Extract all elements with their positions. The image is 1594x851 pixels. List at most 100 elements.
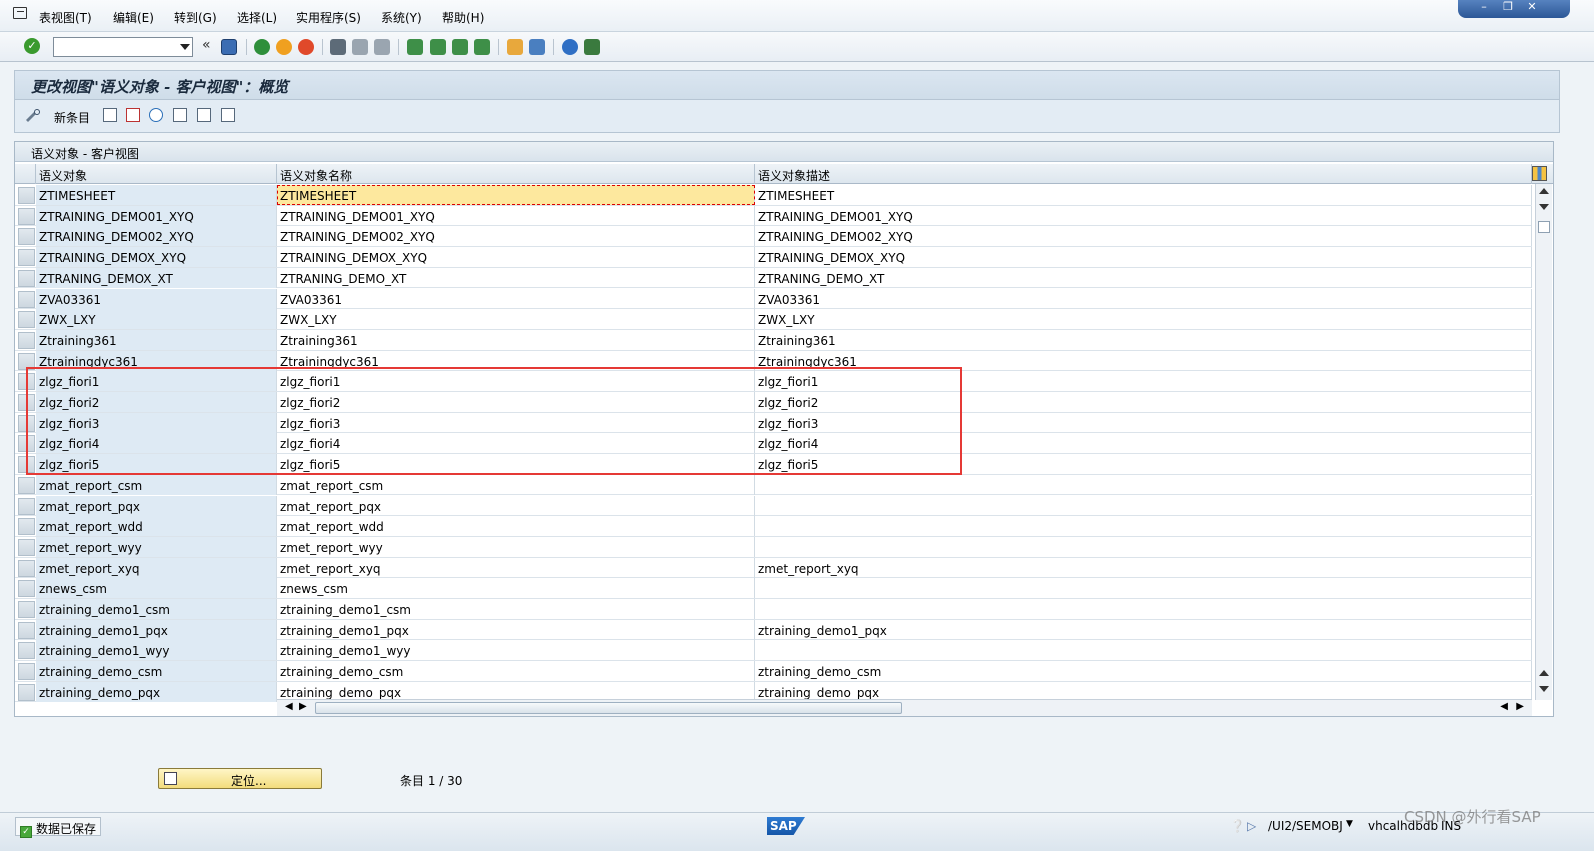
cell-semantic-object-name[interactable]: zlgz_fiori5 bbox=[277, 454, 755, 475]
row-selector[interactable] bbox=[18, 456, 35, 474]
back-icon[interactable] bbox=[254, 39, 270, 55]
save-icon[interactable] bbox=[221, 39, 237, 55]
scroll-left-end-icon[interactable]: ◀ bbox=[1500, 701, 1508, 712]
menu-goto[interactable]: 转到(G) bbox=[174, 9, 217, 26]
table-row[interactable]: zmet_report_wyy zmet_report_wyy bbox=[15, 536, 1532, 558]
row-selector[interactable] bbox=[18, 497, 35, 515]
menu-edit[interactable]: 编辑(E) bbox=[113, 9, 154, 26]
vertical-scrollbar[interactable] bbox=[1535, 184, 1552, 700]
table-row[interactable]: zlgz_fiori3 zlgz_fiori3 zlgz_fiori3 bbox=[15, 412, 1532, 434]
maximize-icon[interactable]: ❐ bbox=[1498, 0, 1518, 14]
table-row[interactable]: ztraining_demo1_csm ztraining_demo1_csm bbox=[15, 599, 1532, 620]
row-selector[interactable] bbox=[18, 187, 35, 204]
new-session-icon[interactable] bbox=[507, 39, 523, 55]
cell-semantic-object-description[interactable]: ztraining_demo1_pqx bbox=[755, 619, 1532, 640]
deselect-all-icon[interactable] bbox=[221, 108, 235, 122]
column-header-semantic-object-name[interactable]: 语义对象名称 bbox=[277, 164, 755, 184]
transaction-code[interactable]: /UI2/SEMOBJ bbox=[1268, 819, 1343, 833]
select-all-column-header[interactable] bbox=[15, 164, 36, 184]
menu-system[interactable]: 系统(Y) bbox=[381, 9, 422, 26]
cancel-icon[interactable] bbox=[298, 39, 314, 55]
table-settings-icon[interactable] bbox=[1532, 166, 1547, 181]
cell-semantic-object-name[interactable]: zlgz_fiori2 bbox=[277, 392, 755, 412]
last-page-icon[interactable] bbox=[474, 39, 490, 55]
row-selector[interactable] bbox=[18, 580, 35, 598]
row-selector[interactable] bbox=[18, 249, 35, 267]
row-selector[interactable] bbox=[18, 394, 35, 411]
cell-semantic-object-name[interactable]: ztraining_demo1_wyy bbox=[277, 640, 755, 661]
undo-icon[interactable] bbox=[149, 108, 163, 122]
cell-semantic-object-description[interactable]: ZTIMESHEET bbox=[755, 185, 1532, 205]
cell-semantic-object-name[interactable]: zmat_report_pqx bbox=[277, 495, 755, 516]
status-message[interactable]: ✓ 数据已保存 bbox=[15, 817, 101, 838]
table-row[interactable]: ZTRANING_DEMOX_XT ZTRANING_DEMO_XT ZTRANIN… bbox=[15, 267, 1532, 289]
menu-table-view[interactable]: 表视图(T) bbox=[39, 9, 92, 26]
horizontal-scrollbar[interactable]: ◀ ▶ ◀ ▶ bbox=[277, 699, 1532, 716]
table-row[interactable]: zmat_report_csm zmat_report_csm bbox=[15, 474, 1532, 496]
cell-semantic-object-name[interactable]: Ztraining361 bbox=[277, 329, 755, 350]
row-selector[interactable] bbox=[18, 559, 35, 577]
scroll-right-icon[interactable]: ▶ bbox=[299, 701, 307, 712]
next-page-icon[interactable] bbox=[452, 39, 468, 55]
cell-semantic-object-description[interactable]: zlgz_fiori1 bbox=[755, 371, 1532, 392]
enter-icon[interactable]: ✓ bbox=[24, 38, 40, 54]
scroll-right-end-icon[interactable]: ▶ bbox=[1516, 701, 1524, 712]
help-key-icon[interactable]: ❔ bbox=[1230, 819, 1245, 833]
cell-semantic-object-description[interactable]: ZWX_LXY bbox=[755, 309, 1532, 330]
cell-semantic-object-description[interactable]: zlgz_fiori4 bbox=[755, 433, 1532, 454]
table-row[interactable]: znews_csm znews_csm bbox=[15, 578, 1532, 599]
row-selector[interactable] bbox=[18, 435, 35, 453]
print-icon[interactable] bbox=[330, 39, 346, 55]
row-selector[interactable] bbox=[18, 228, 35, 246]
table-row[interactable]: zmat_report_wdd zmat_report_wdd bbox=[15, 516, 1532, 537]
row-selector[interactable] bbox=[18, 290, 35, 308]
status-dropdown-icon[interactable]: ▼ bbox=[1346, 819, 1353, 829]
table-row[interactable]: zlgz_fiori1 zlgz_fiori1 zlgz_fiori1 bbox=[15, 371, 1532, 392]
cell-semantic-object-description[interactable] bbox=[755, 516, 1532, 537]
exit-icon[interactable] bbox=[276, 39, 292, 55]
cell-semantic-object-description[interactable]: Ztraining361 bbox=[755, 329, 1532, 350]
row-selector[interactable] bbox=[18, 373, 35, 391]
cell-semantic-object-name[interactable]: Ztrainingdyc361 bbox=[277, 350, 755, 371]
row-selector[interactable] bbox=[18, 207, 35, 225]
find-next-icon[interactable] bbox=[374, 39, 390, 55]
cell-semantic-object-description[interactable]: ZTRAINING_DEMOX_XYQ bbox=[755, 247, 1532, 268]
layout-menu-icon[interactable] bbox=[584, 39, 600, 55]
menu-help[interactable]: 帮助(H) bbox=[442, 9, 484, 26]
cell-semantic-object-description[interactable] bbox=[755, 536, 1532, 557]
menu-selection[interactable]: 选择(L) bbox=[237, 9, 277, 26]
cell-semantic-object-description[interactable]: ZVA03361 bbox=[755, 288, 1532, 309]
row-selector[interactable] bbox=[18, 331, 35, 349]
cell-semantic-object-name[interactable]: zlgz_fiori3 bbox=[277, 412, 755, 433]
row-selector[interactable] bbox=[18, 601, 35, 618]
cell-semantic-object-description[interactable] bbox=[755, 578, 1532, 599]
cell-semantic-object-description[interactable] bbox=[755, 640, 1532, 661]
cell-semantic-object-name[interactable]: znews_csm bbox=[277, 578, 755, 599]
cell-semantic-object-description[interactable]: zlgz_fiori3 bbox=[755, 412, 1532, 433]
column-header-semantic-object[interactable]: 语义对象 bbox=[36, 164, 277, 184]
select-block-icon[interactable] bbox=[197, 108, 211, 122]
cell-semantic-object-description[interactable]: Ztrainingdyc361 bbox=[755, 350, 1532, 371]
table-row[interactable]: zmet_report_xyq zmet_report_xyq zmet_repor… bbox=[15, 557, 1532, 579]
row-selector[interactable] bbox=[18, 538, 35, 556]
help-icon[interactable] bbox=[562, 39, 578, 55]
select-all-icon[interactable] bbox=[173, 108, 187, 122]
table-row[interactable]: ztraining_demo_csm ztraining_demo_csm ztra… bbox=[15, 661, 1532, 682]
table-row[interactable]: zlgz_fiori4 zlgz_fiori4 zlgz_fiori4 bbox=[15, 433, 1532, 455]
table-row[interactable]: ztraining_demo1_pqx ztraining_demo1_pqx zt… bbox=[15, 619, 1532, 641]
shortcut-icon[interactable] bbox=[529, 39, 545, 55]
minimize-icon[interactable]: – bbox=[1474, 0, 1494, 14]
row-selector[interactable] bbox=[18, 642, 35, 660]
scroll-down-icon[interactable] bbox=[1539, 204, 1549, 210]
table-row[interactable]: Ztraining361 Ztraining361 Ztraining361 bbox=[15, 329, 1532, 351]
status-expand-icon[interactable]: ▷ bbox=[1247, 819, 1256, 833]
table-row[interactable]: ZTRAINING_DEMO02_XYQ ZTRAINING_DEMO02_XYQ… bbox=[15, 226, 1532, 248]
cell-semantic-object-description[interactable]: zmet_report_xyq bbox=[755, 557, 1532, 578]
table-row[interactable]: ZTIMESHEET ZTIMESHEET ZTIMESHEET bbox=[15, 185, 1532, 206]
row-selector[interactable] bbox=[18, 621, 35, 639]
cell-semantic-object-name[interactable]: zmet_report_wyy bbox=[277, 536, 755, 557]
cell-semantic-object-name[interactable]: zmat_report_csm bbox=[277, 474, 755, 495]
row-selector[interactable] bbox=[18, 683, 35, 701]
previous-page-icon[interactable] bbox=[430, 39, 446, 55]
row-selector[interactable] bbox=[18, 663, 35, 681]
